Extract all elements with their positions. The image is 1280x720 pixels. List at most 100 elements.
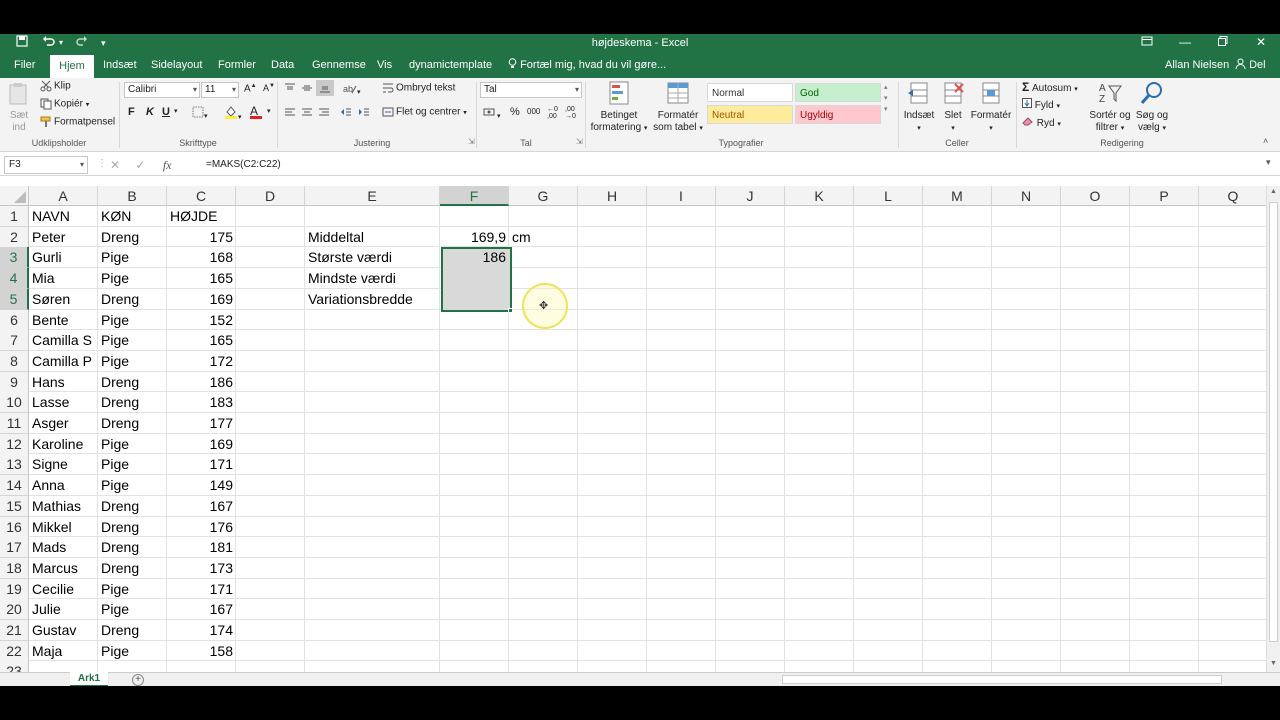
column-header-q[interactable]: Q <box>1199 186 1266 206</box>
row-header-11[interactable]: 11 <box>0 413 29 434</box>
cut-button[interactable]: Klip <box>40 80 71 92</box>
tab-gennemse[interactable]: Gennemse <box>312 52 366 78</box>
row-header-19[interactable]: 19 <box>0 578 29 600</box>
gender-cell[interactable]: Dreng <box>98 392 167 413</box>
height-cell[interactable]: 175 <box>167 227 236 248</box>
gender-cell[interactable]: Pige <box>98 475 167 496</box>
align-top-icon[interactable] <box>284 82 296 97</box>
decrease-decimal-icon[interactable]: ,00 →0 <box>565 106 576 120</box>
column-header-f[interactable]: F <box>440 186 509 206</box>
height-cell[interactable]: 167 <box>167 599 236 620</box>
formula-input[interactable]: =MAKS(C2:C22) <box>206 154 281 176</box>
fill-handle[interactable] <box>508 308 513 313</box>
format-cells-button[interactable]: Formatér ▾ <box>970 80 1012 135</box>
name-cell[interactable]: Lasse <box>29 392 98 413</box>
font-color-icon[interactable]: A <box>250 104 262 119</box>
height-cell[interactable]: 169 <box>167 289 236 310</box>
thousands-separator-icon[interactable]: 000 <box>527 107 540 116</box>
gender-cell[interactable]: Dreng <box>98 227 167 248</box>
dialog-launcher-icon[interactable]: ⇲ <box>468 137 475 146</box>
name-cell[interactable]: Mathias <box>29 496 98 517</box>
add-sheet-icon[interactable]: + <box>132 674 144 686</box>
style-good[interactable]: God <box>795 83 881 102</box>
delete-cells-button[interactable]: Slet ▾ <box>938 80 968 135</box>
style-normal[interactable]: Normal <box>707 83 793 102</box>
name-cell[interactable]: Marcus <box>29 558 98 579</box>
stat-label-range[interactable]: Variationsbredde <box>305 289 440 310</box>
gender-cell[interactable]: Pige <box>98 579 167 600</box>
gender-cell[interactable]: Dreng <box>98 620 167 641</box>
italic-button[interactable]: K <box>146 106 154 118</box>
gender-cell[interactable]: Pige <box>98 247 167 268</box>
height-cell[interactable]: 171 <box>167 454 236 475</box>
gender-cell[interactable]: Pige <box>98 268 167 289</box>
column-header-b[interactable]: B <box>98 186 167 206</box>
height-cell[interactable]: 173 <box>167 558 236 579</box>
tab-hjem[interactable]: Hjem <box>50 55 94 78</box>
horizontal-scrollbar[interactable] <box>782 675 1222 684</box>
fill-color-icon[interactable]: ▾ <box>224 105 242 122</box>
autosum-button[interactable]: Σ Autosum ▾ <box>1022 80 1078 94</box>
row-header-8[interactable]: 8 <box>0 350 29 372</box>
grow-font-icon[interactable]: A▲ <box>244 83 257 94</box>
height-cell[interactable]: 165 <box>167 330 236 351</box>
underline-button[interactable]: U <box>162 106 170 118</box>
name-cell[interactable]: Gustav <box>29 620 98 641</box>
header-cell[interactable]: KØN <box>98 206 167 227</box>
stat-value-mean[interactable]: 169,9 <box>440 227 509 248</box>
column-header-e[interactable]: E <box>305 186 440 206</box>
expand-formula-bar-icon[interactable]: ▾ <box>1266 157 1271 168</box>
header-cell[interactable]: HØJDE <box>167 206 236 227</box>
gender-cell[interactable]: Dreng <box>98 558 167 579</box>
tab-vis[interactable]: Vis <box>377 52 392 78</box>
align-right-icon[interactable] <box>318 106 330 121</box>
stat-label-max[interactable]: Største værdi <box>305 247 440 268</box>
style-neutral[interactable]: Neutral <box>707 105 793 124</box>
name-cell[interactable]: Bente <box>29 310 98 331</box>
row-header-13[interactable]: 13 <box>0 454 29 476</box>
row-header-17[interactable]: 17 <box>0 537 29 559</box>
tab-data[interactable]: Data <box>271 52 294 78</box>
spreadsheet-grid[interactable]: ABCDEFGHIJKLMNOPQ 1 2 3 4 5 6 7 8 9 10 11 12 13 14 15 1… <box>0 186 1266 672</box>
column-header-j[interactable]: J <box>716 186 785 206</box>
name-cell[interactable]: Asger <box>29 413 98 434</box>
stat-label-mean[interactable]: Middeltal <box>305 227 440 248</box>
height-cell[interactable]: 177 <box>167 413 236 434</box>
tab-formler[interactable]: Formler <box>218 52 256 78</box>
gender-cell[interactable]: Pige <box>98 434 167 455</box>
height-cell[interactable]: 149 <box>167 475 236 496</box>
gender-cell[interactable]: Dreng <box>98 537 167 558</box>
percent-icon[interactable]: % <box>510 106 520 118</box>
user-name[interactable]: Allan Nielsen <box>1165 52 1229 78</box>
column-header-k[interactable]: K <box>785 186 854 206</box>
copy-button[interactable]: Kopiér ▾ <box>40 98 89 110</box>
row-header-14[interactable]: 14 <box>0 475 29 497</box>
name-cell[interactable]: Hans <box>29 372 98 393</box>
ribbon-display-icon[interactable] <box>1128 34 1166 52</box>
column-header-o[interactable]: O <box>1061 186 1130 206</box>
underline-dropdown-icon[interactable]: ▾ <box>174 107 178 115</box>
height-cell[interactable]: 165 <box>167 268 236 289</box>
height-cell[interactable]: 168 <box>167 247 236 268</box>
name-box[interactable]: F3 ▾ <box>4 156 88 174</box>
tell-me-box[interactable]: Fortæl mig, hvad du vil gøre... <box>508 52 666 78</box>
gender-cell[interactable]: Dreng <box>98 517 167 538</box>
column-header-l[interactable]: L <box>854 186 923 206</box>
tab-indsaet[interactable]: Indsæt <box>103 52 137 78</box>
align-left-icon[interactable] <box>284 106 296 121</box>
conditional-formatting-button[interactable]: Betinget formatering ▾ <box>588 80 650 135</box>
row-header-6[interactable]: 6 <box>0 309 29 331</box>
decrease-indent-icon[interactable] <box>340 106 352 121</box>
name-cell[interactable]: Søren <box>29 289 98 310</box>
enter-icon[interactable]: ✓ <box>135 158 145 172</box>
height-cell[interactable]: 181 <box>167 537 236 558</box>
height-cell[interactable]: 172 <box>167 351 236 372</box>
shrink-font-icon[interactable]: A▼ <box>263 83 275 93</box>
column-header-g[interactable]: G <box>509 186 578 206</box>
align-middle-icon[interactable] <box>301 82 313 97</box>
share-button[interactable]: Del <box>1235 52 1266 78</box>
row-header-23[interactable]: 23 <box>0 661 29 672</box>
row-header-7[interactable]: 7 <box>0 330 29 352</box>
column-header-h[interactable]: H <box>578 186 647 206</box>
paste-button[interactable]: Sæt ind <box>6 82 32 134</box>
